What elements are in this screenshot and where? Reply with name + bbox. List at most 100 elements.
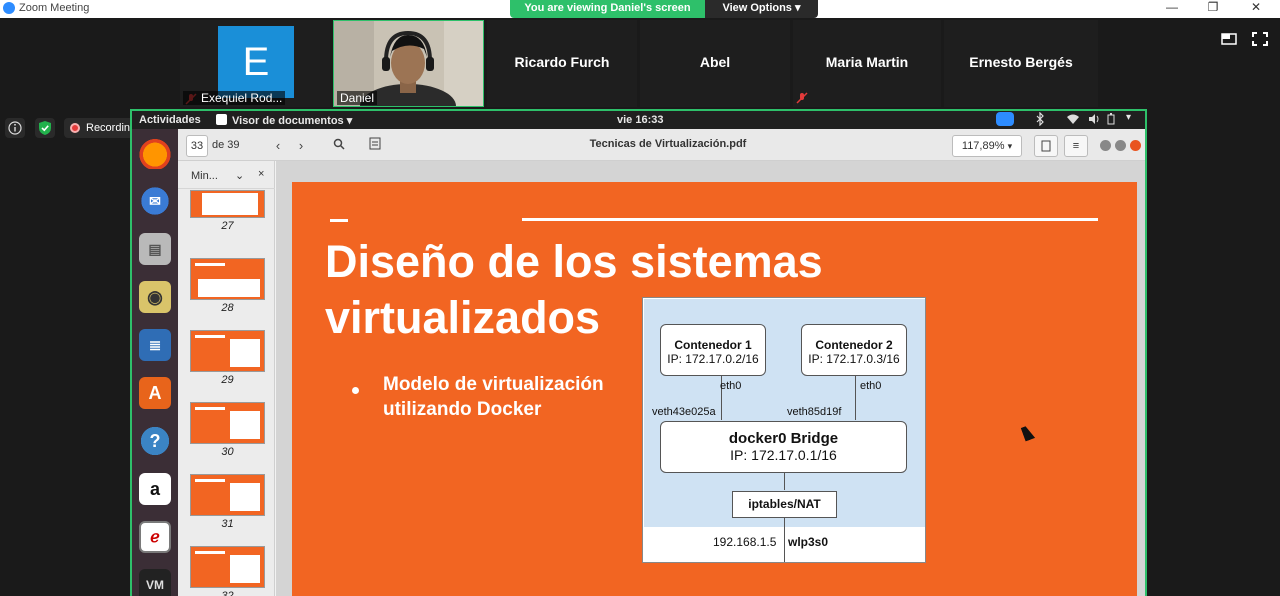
page-thumbnail[interactable] — [190, 474, 265, 516]
participant-tile-daniel[interactable]: Daniel — [333, 20, 484, 128]
window-maximize-icon[interactable] — [1115, 140, 1126, 151]
participant-tile-abel[interactable]: Abel — [640, 20, 790, 107]
document-title: Tecnicas de Virtualización.pdf — [589, 138, 747, 150]
help-icon[interactable]: ? — [139, 425, 171, 457]
participant-tile-ernesto[interactable]: Ernesto Bergés — [944, 20, 1098, 107]
view-options-label: View Options — [722, 2, 792, 14]
document-canvas[interactable]: Diseño de los sistemas virtualizados Mod… — [276, 161, 1145, 596]
viewing-banner: You are viewing Daniel's screen — [510, 0, 705, 18]
next-page-icon[interactable]: › — [290, 135, 312, 157]
rhythmbox-icon[interactable]: ◉ — [139, 281, 171, 313]
gallery-view-icon[interactable] — [1221, 32, 1237, 46]
title-accent-line — [330, 219, 348, 222]
shared-screen: Actividades Visor de documentos ▾ vie 16… — [130, 109, 1147, 596]
connector-line — [855, 376, 856, 420]
window-close-icon[interactable] — [1130, 140, 1141, 151]
meeting-info-icon[interactable] — [5, 118, 25, 138]
record-dot-icon — [70, 123, 80, 133]
virtualbox-icon[interactable]: VM — [139, 569, 171, 596]
zoom-logo-icon — [3, 2, 15, 14]
document-properties-button[interactable] — [1034, 135, 1058, 157]
gnome-top-bar: Actividades Visor de documentos ▾ vie 16… — [132, 111, 1145, 129]
close-button[interactable]: ✕ — [1244, 0, 1268, 16]
container-2-ip: IP: 172.17.0.3/16 — [808, 352, 900, 366]
participant-name: Ricardo Furch — [514, 54, 610, 70]
microphone-muted-icon — [796, 91, 808, 104]
fullscreen-icon[interactable] — [1252, 32, 1268, 46]
page-total-label: de 39 — [212, 139, 240, 151]
activities-button[interactable]: Actividades — [139, 114, 201, 126]
document-viewer-icon[interactable]: ℯ — [139, 521, 171, 553]
zoom-tray-icon[interactable] — [996, 112, 1014, 126]
eth0-label: eth0 — [860, 380, 882, 392]
container-1-box: Contenedor 1 IP: 172.17.0.2/16 — [660, 324, 766, 376]
page-thumbnail[interactable] — [190, 190, 265, 218]
document-viewer-headerbar: 33 de 39 ‹ › Tecnicas de Virtualización.… — [178, 129, 1145, 161]
host-ip-label: 192.168.1.5 — [713, 535, 777, 549]
clock[interactable]: vie 16:33 — [617, 114, 663, 126]
power-menu-icon[interactable]: ▾ — [1126, 112, 1131, 123]
document-viewer-app-icon — [216, 114, 227, 125]
connector-line — [784, 472, 785, 490]
slide-page: Diseño de los sistemas virtualizados Mod… — [292, 182, 1137, 596]
ubuntu-dock: ✉ ▤ ◉ ≣ A ? a ℯ VM — [132, 129, 178, 596]
participant-tile-maria[interactable]: Maria Martin — [793, 20, 941, 107]
container-1-name: Contenedor 1 — [674, 338, 752, 352]
participant-name: Exequiel Rod... — [183, 91, 286, 105]
wifi-icon[interactable] — [1067, 113, 1079, 128]
firefox-icon[interactable] — [139, 137, 171, 169]
page-thumbnail[interactable] — [190, 258, 265, 300]
thumbnail-page-number: 28 — [221, 302, 234, 314]
avatar: E — [218, 26, 294, 98]
thumbnail-page-number: 27 — [221, 220, 234, 232]
participant-name: Ernesto Bergés — [969, 54, 1073, 70]
window-title: Zoom Meeting — [19, 2, 90, 14]
bluetooth-icon[interactable] — [1035, 111, 1045, 129]
chevron-down-icon: ⌄ — [234, 170, 245, 182]
participant-name: Abel — [699, 54, 731, 70]
window-minimize-icon[interactable] — [1100, 140, 1111, 151]
thunderbird-icon[interactable]: ✉ — [139, 185, 171, 217]
host-interface-label: wlp3s0 — [788, 535, 829, 549]
participant-tile-exequiel[interactable]: E Exequiel Rod... — [180, 20, 330, 107]
slide-bullet: Modelo de virtualización utilizando Dock… — [383, 374, 604, 420]
page-thumbnail[interactable] — [190, 402, 265, 444]
thumbnail-page-number: 30 — [221, 446, 234, 458]
view-options-button[interactable]: View Options ▾ — [705, 0, 818, 18]
app-menu[interactable]: Visor de documentos ▾ — [232, 114, 352, 127]
sidebar-mode-dropdown[interactable]: Min... ⌄ — [191, 169, 244, 182]
zoom-level-value: 117,89% — [961, 140, 1005, 152]
zoom-level-dropdown[interactable]: 117,89% ▾ — [952, 135, 1022, 157]
annotations-icon[interactable] — [364, 135, 386, 157]
participant-name: Maria Martin — [825, 54, 909, 70]
container-2-name: Contenedor 2 — [815, 338, 893, 352]
previous-page-icon[interactable]: ‹ — [267, 135, 289, 157]
recording-label: Recording — [86, 122, 137, 134]
minimize-button[interactable]: — — [1160, 0, 1184, 16]
software-center-icon[interactable]: A — [139, 377, 171, 409]
menu-button[interactable]: ≡ — [1064, 135, 1088, 157]
sidebar-close-icon[interactable]: × — [258, 168, 264, 180]
page-thumbnail[interactable] — [190, 330, 265, 372]
thumbnail-page-number: 29 — [221, 374, 234, 386]
bridge-ip: IP: 172.17.0.1/16 — [730, 447, 837, 463]
page-thumbnail[interactable] — [190, 546, 265, 588]
page-number-input[interactable]: 33 — [186, 135, 208, 157]
sidebar-header: Min... ⌄ × — [178, 161, 275, 189]
battery-icon[interactable] — [1107, 113, 1115, 128]
participant-tile-ricardo[interactable]: Ricardo Furch — [487, 20, 637, 107]
volume-icon[interactable] — [1088, 113, 1100, 128]
container-2-box: Contenedor 2 IP: 172.17.0.3/16 — [801, 324, 907, 376]
libreoffice-writer-icon[interactable]: ≣ — [139, 329, 171, 361]
sidebar-mode-label: Min... — [191, 170, 218, 182]
participant-name: Daniel — [337, 91, 378, 105]
maximize-button[interactable]: ❐ — [1201, 0, 1225, 16]
files-icon[interactable]: ▤ — [139, 233, 171, 265]
search-icon[interactable] — [328, 135, 350, 157]
chevron-down-icon: ▾ — [795, 2, 801, 14]
veth-left-label: veth43e025a — [652, 406, 716, 418]
thumbnails-sidebar: Min... ⌄ × 27 28 29 30 31 32 — [178, 161, 275, 596]
amazon-icon[interactable]: a — [139, 473, 171, 505]
encryption-shield-icon[interactable] — [35, 118, 55, 138]
docker-network-diagram: Contenedor 1 IP: 172.17.0.2/16 Contenedo… — [642, 297, 926, 563]
